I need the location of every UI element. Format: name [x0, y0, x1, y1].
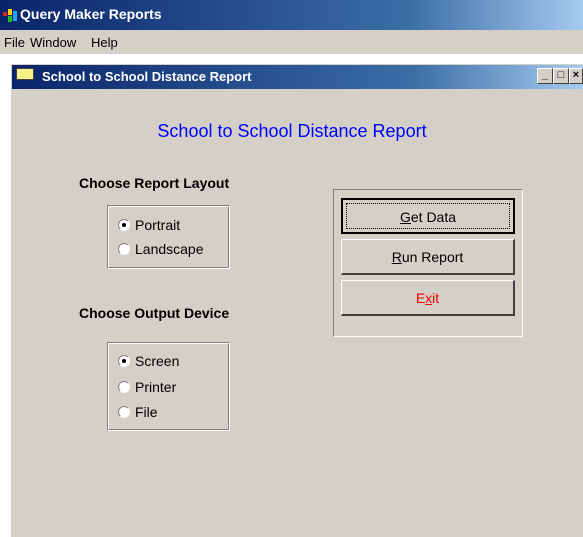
restore-button[interactable]: □ [553, 68, 569, 84]
app-titlebar[interactable]: Query Maker Reports [0, 0, 583, 30]
menubar: File Window Help [0, 30, 583, 54]
radio-portrait-label: Portrait [135, 217, 181, 233]
radio-file-label: File [135, 404, 158, 420]
exit-label-pre: E [415, 290, 426, 306]
layout-label: Choose Report Layout [79, 175, 230, 191]
mdi-client: School to School Distance Report _ □ × S… [0, 54, 583, 537]
menu-help[interactable]: Help [91, 35, 118, 50]
menu-file[interactable]: File [4, 35, 25, 50]
output-group: Screen Printer File [107, 342, 230, 431]
radio-printer-button[interactable] [118, 381, 130, 393]
button-panel: Get Data Run Report Exit [333, 189, 523, 337]
menu-window[interactable]: Window [30, 35, 76, 50]
radio-file-button[interactable] [118, 406, 130, 418]
radio-landscape[interactable]: Landscape [118, 240, 204, 258]
radio-printer-label: Printer [135, 379, 177, 395]
radio-screen-label: Screen [135, 353, 180, 369]
get-data-mnemonic: G [399, 209, 411, 225]
radio-landscape-button[interactable] [118, 243, 130, 255]
get-data-button[interactable]: Get Data [341, 198, 515, 234]
exit-label-post: it [432, 290, 440, 306]
radio-screen-button[interactable] [118, 355, 130, 367]
run-report-button[interactable]: Run Report [341, 239, 515, 275]
radio-file[interactable]: File [118, 403, 158, 421]
radio-screen[interactable]: Screen [118, 352, 179, 370]
window-icon [16, 68, 34, 80]
radio-portrait[interactable]: Portrait [118, 216, 180, 234]
radio-landscape-label: Landscape [135, 241, 204, 257]
run-report-label: un Report [401, 249, 464, 265]
child-titlebar[interactable]: School to School Distance Report _ □ × [12, 65, 583, 89]
output-label: Choose Output Device [79, 305, 230, 321]
minimize-button[interactable]: _ [537, 68, 553, 84]
radio-portrait-button[interactable] [118, 219, 130, 231]
run-report-mnemonic: R [391, 249, 402, 265]
layout-group: Portrait Landscape [107, 205, 230, 269]
get-data-label: et Data [410, 209, 457, 225]
report-window: School to School Distance Report _ □ × S… [11, 64, 583, 537]
report-heading: School to School Distance Report [157, 121, 427, 141]
app-title: Query Maker Reports [20, 6, 162, 22]
radio-printer[interactable]: Printer [118, 378, 176, 396]
app-icon [3, 9, 17, 22]
exit-button[interactable]: Exit [341, 280, 515, 316]
child-title: School to School Distance Report [42, 69, 252, 84]
close-button[interactable]: × [569, 68, 583, 84]
